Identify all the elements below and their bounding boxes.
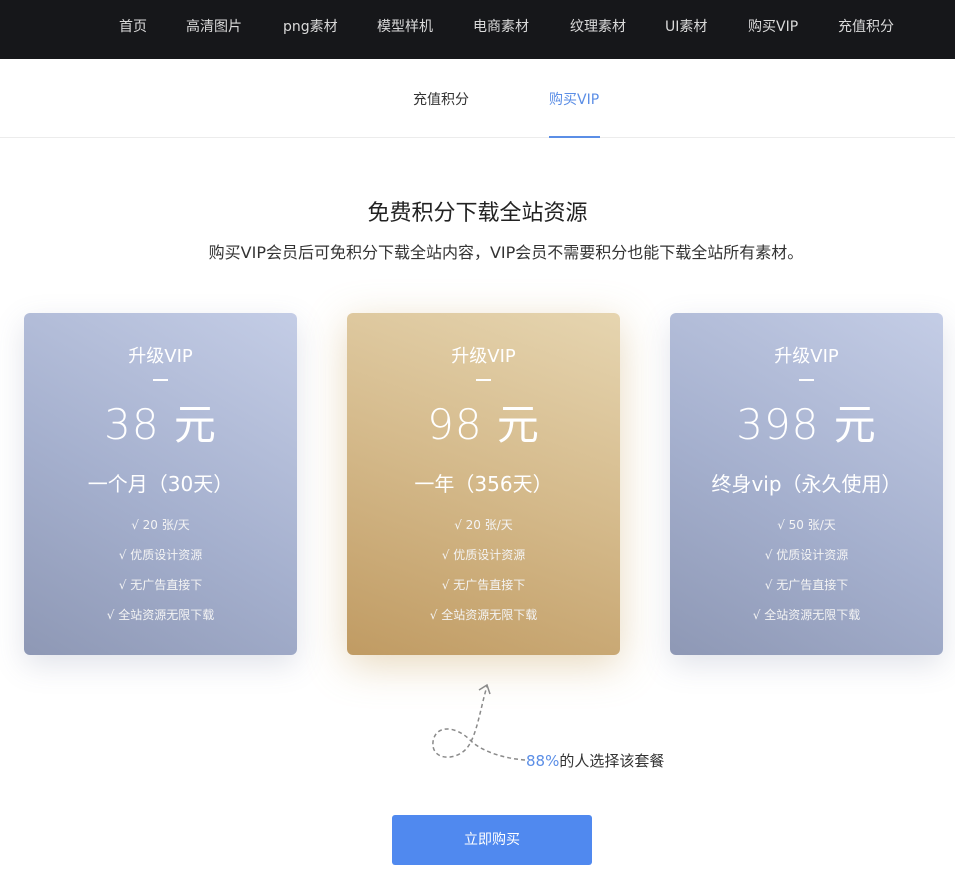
plan-feature: √ 全站资源无限下载 [429, 608, 538, 622]
nav-item-ui[interactable]: UI素材 [665, 17, 707, 37]
plan-price: 98 元 [427, 400, 540, 449]
plan-feature: √ 优质设计资源 [441, 548, 526, 562]
nav-item-buy-vip[interactable]: 购买VIP [748, 17, 798, 37]
plan-feature: √ 50 张/天 [777, 518, 836, 532]
sub-tabs: 充值积分 购买VIP [0, 59, 955, 138]
plan-period: 终身vip（永久使用） [711, 472, 902, 496]
plan-card-lifetime[interactable]: 升级VIP 398 元 终身vip（永久使用） √ 50 张/天 √ 优质设计资… [670, 313, 943, 655]
popularity-note: 88%的人选择该套餐 [526, 750, 664, 772]
plan-name: 升级VIP [451, 346, 516, 367]
plan-divider [799, 379, 814, 381]
nav-item-png[interactable]: png素材 [283, 17, 338, 37]
nav-item-home[interactable]: 首页 [119, 17, 147, 37]
plan-divider [153, 379, 168, 381]
top-nav: 首页 高清图片 png素材 模型样机 电商素材 纹理素材 UI素材 购买VIP … [0, 0, 955, 59]
plan-card-yearly[interactable]: 升级VIP 98 元 一年（356天） √ 20 张/天 √ 优质设计资源 √ … [347, 313, 620, 655]
plan-period: 一年（356天） [414, 472, 553, 496]
dashed-arrow-icon [432, 683, 526, 761]
page-subtitle: 购买VIP会员后可免积分下载全站内容，VIP会员不需要积分也能下载全站所有素材。 [208, 243, 804, 262]
plan-name: 升级VIP [128, 346, 193, 367]
plan-feature: √ 优质设计资源 [118, 548, 203, 562]
plan-feature: √ 全站资源无限下载 [752, 608, 861, 622]
plan-feature: √ 无广告直接下 [764, 578, 849, 592]
plan-period: 一个月（30天） [87, 472, 234, 496]
plan-name: 升级VIP [774, 346, 839, 367]
plan-feature: √ 20 张/天 [454, 518, 513, 532]
nav-item-textures[interactable]: 纹理素材 [570, 17, 626, 37]
active-tab-indicator [549, 136, 600, 138]
plan-feature: √ 20 张/天 [131, 518, 190, 532]
plan-feature: √ 优质设计资源 [764, 548, 849, 562]
nav-item-ecommerce[interactable]: 电商素材 [473, 17, 529, 37]
plan-feature: √ 全站资源无限下载 [106, 608, 215, 622]
popularity-percent: 88% [526, 752, 560, 770]
nav-item-hd-images[interactable]: 高清图片 [186, 17, 242, 37]
tab-recharge-points[interactable]: 充值积分 [413, 90, 469, 110]
plan-card-monthly[interactable]: 升级VIP 38 元 一个月（30天） √ 20 张/天 √ 优质设计资源 √ … [24, 313, 297, 655]
nav-item-mockups[interactable]: 模型样机 [377, 17, 433, 37]
plan-price: 38 元 [104, 400, 217, 449]
nav-item-recharge[interactable]: 充值积分 [838, 17, 894, 37]
plan-feature: √ 无广告直接下 [441, 578, 526, 592]
plan-feature: √ 无广告直接下 [118, 578, 203, 592]
popularity-text: 的人选择该套餐 [559, 752, 665, 770]
page-title: 免费积分下载全站资源 [367, 201, 588, 226]
plan-divider [476, 379, 491, 381]
buy-now-button[interactable]: 立即购买 [392, 815, 592, 865]
tab-buy-vip[interactable]: 购买VIP [549, 90, 599, 110]
plan-price: 398 元 [736, 400, 877, 449]
